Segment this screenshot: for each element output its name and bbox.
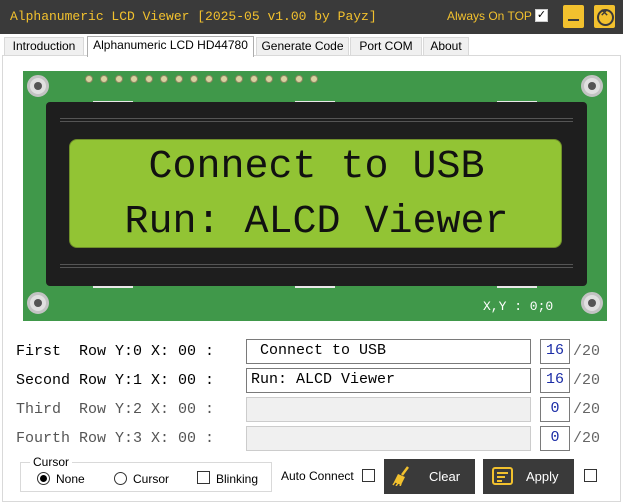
broom-icon [392,466,409,486]
tab-alphanumeric-lcd[interactable]: Alphanumeric LCD HD44780 [87,36,254,57]
form-icon [492,467,513,485]
pin-icon [220,75,228,83]
bezel-strip [60,118,573,122]
max-length-fourth: /20 [573,430,601,447]
char-count-second: 16 [540,368,570,393]
bezel-strip [60,264,573,268]
clear-button-label: Clear [429,469,461,484]
cursor-blinking-checkbox[interactable] [197,471,210,484]
apply-button[interactable]: Apply [483,459,574,494]
lcd-line-1: Connect to USB [148,145,485,190]
mount-hole-icon [581,75,603,97]
close-icon: ✕ [600,8,609,19]
lcd-line-2: Run: ALCD Viewer [124,200,509,245]
pin-icon [295,75,303,83]
char-count-fourth: 0 [540,426,570,451]
auto-connect-label: Auto Connect [281,469,354,483]
cursor-none-label: None [56,472,85,486]
close-button[interactable]: ✕ [594,5,615,28]
char-count-first: 16 [540,339,570,364]
pin-icon [130,75,138,83]
pin-icon [175,75,183,83]
always-on-top-label: Always On TOP [447,9,532,23]
extra-checkbox[interactable] [584,469,597,482]
pin-icon [85,75,93,83]
row-input-first[interactable]: Connect to USB [246,339,531,364]
pin-icon [190,75,198,83]
apply-button-label: Apply [526,469,559,484]
window-title: Alphanumeric LCD Viewer [2025-05 v1.00 b… [10,9,377,24]
pin-icon [250,75,258,83]
tab-port-com[interactable]: Port COM [350,37,422,56]
max-length-second: /20 [573,372,601,389]
mount-hole-icon [27,75,49,97]
char-count-third: 0 [540,397,570,422]
pin-icon [235,75,243,83]
row-label-third: Third Row Y:2 X: 00 : [16,401,215,418]
pin-icon [265,75,273,83]
tab-introduction[interactable]: Introduction [4,37,84,56]
row-input-third[interactable] [246,397,531,422]
pin-icon [160,75,168,83]
mount-hole-icon [581,292,603,314]
cursor-cursor-label: Cursor [133,472,170,486]
tab-about[interactable]: About [423,37,469,56]
title-bar: Alphanumeric LCD Viewer [2025-05 v1.00 b… [0,0,623,34]
max-length-third: /20 [573,401,601,418]
always-on-top-checkbox[interactable]: ✓ [535,9,548,22]
pin-icon [115,75,123,83]
cursor-legend: Cursor [30,455,73,469]
row-input-fourth[interactable] [246,426,531,451]
lcd-screen: Connect to USB Run: ALCD Viewer [69,139,562,248]
tab-generate-code[interactable]: Generate Code [256,37,349,56]
cursor-blinking-label: Blinking [216,472,259,486]
auto-connect-checkbox[interactable] [362,469,375,482]
row-label-fourth: Fourth Row Y:3 X: 00 : [16,430,215,447]
pin-icon [145,75,153,83]
pin-icon [100,75,108,83]
coordinate-readout: X,Y : 0;0 [483,299,554,314]
cursor-cursor-radio[interactable] [114,472,127,485]
lcd-board: Connect to USB Run: ALCD Viewer X,Y : 0;… [23,71,607,321]
mount-hole-icon [27,292,49,314]
tab-bar: Introduction Alphanumeric LCD HD44780 Ge… [0,36,623,57]
cursor-none-radio[interactable] [37,472,50,485]
clear-button[interactable]: Clear [384,459,475,494]
minimize-button[interactable] [563,5,584,28]
row-label-second: Second Row Y:1 X: 00 : [16,372,215,389]
row-input-second[interactable]: Run: ALCD Viewer [246,368,531,393]
max-length-first: /20 [573,343,601,360]
pin-icon [280,75,288,83]
pin-icon [205,75,213,83]
row-label-first: First Row Y:0 X: 00 : [16,343,215,360]
pin-icon [310,75,318,83]
lcd-bezel: Connect to USB Run: ALCD Viewer [46,102,587,286]
